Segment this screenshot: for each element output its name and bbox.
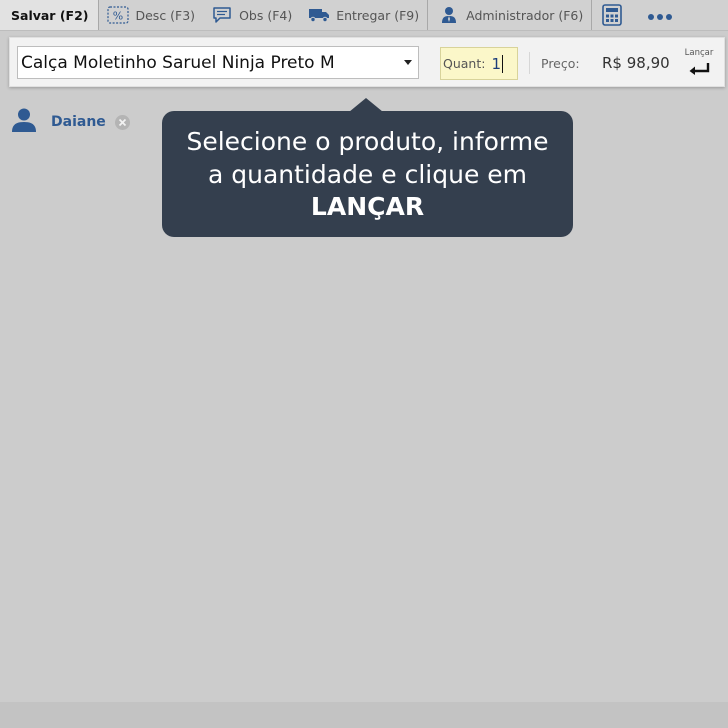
quantity-input[interactable]: 1 — [491, 54, 504, 73]
admin-button[interactable]: Administrador (F6) — [428, 0, 591, 30]
customer-name: Daiane — [51, 114, 106, 130]
tooltip-arrow — [349, 98, 383, 112]
quantity-field[interactable]: Quant: 1 — [440, 47, 518, 80]
user-tie-icon — [438, 5, 460, 25]
more-button[interactable] — [632, 0, 687, 30]
item-entry-bar: Calça Moletinho Saruel Ninja Preto M Qua… — [9, 37, 725, 87]
tooltip-line-1: Selecione o produto, informe — [186, 127, 549, 156]
calculator-button[interactable] — [592, 0, 632, 30]
toolbar: Salvar (F2) % Desc (F3) Obs (F4) Entrega… — [0, 0, 728, 31]
hint-tooltip: Selecione o produto, informe a quantidad… — [162, 111, 573, 237]
deliver-button[interactable]: Entregar (F9) — [300, 0, 427, 30]
deliver-label: Entregar (F9) — [336, 7, 420, 23]
quantity-label: Quant: — [443, 56, 486, 71]
footer-bar — [0, 702, 728, 728]
product-select-value: Calça Moletinho Saruel Ninja Preto M — [21, 52, 335, 73]
speech-bubble-icon — [211, 5, 233, 25]
customer-chip[interactable]: Daiane — [11, 108, 130, 136]
notes-button[interactable]: Obs (F4) — [203, 0, 300, 30]
chevron-down-icon[interactable] — [404, 60, 412, 65]
admin-label: Administrador (F6) — [466, 7, 584, 23]
svg-text:%: % — [113, 10, 123, 23]
user-icon — [11, 107, 37, 137]
enter-arrow-icon — [688, 60, 710, 79]
notes-label: Obs (F4) — [239, 7, 293, 23]
price-value: R$ 98,90 — [602, 54, 670, 72]
save-button[interactable]: Salvar (F2) — [0, 0, 99, 30]
discount-button[interactable]: % Desc (F3) — [99, 0, 203, 30]
calculator-icon — [601, 4, 623, 26]
divider — [529, 52, 530, 74]
close-circle-icon[interactable] — [114, 114, 130, 130]
tooltip-line-3: LANÇAR — [310, 192, 425, 221]
discount-label: Desc (F3) — [135, 7, 196, 23]
launch-button[interactable]: Lançar — [681, 48, 717, 82]
launch-label: Lançar — [684, 48, 714, 58]
percent-icon: % — [107, 5, 130, 25]
truck-icon — [308, 5, 330, 25]
tooltip-line-2: a quantidade e clique em — [207, 159, 528, 189]
product-select[interactable]: Calça Moletinho Saruel Ninja Preto M — [17, 46, 419, 79]
ellipsis-icon — [646, 8, 673, 23]
save-label: Salvar (F2) — [11, 7, 89, 23]
price-label: Preço: — [541, 56, 580, 71]
